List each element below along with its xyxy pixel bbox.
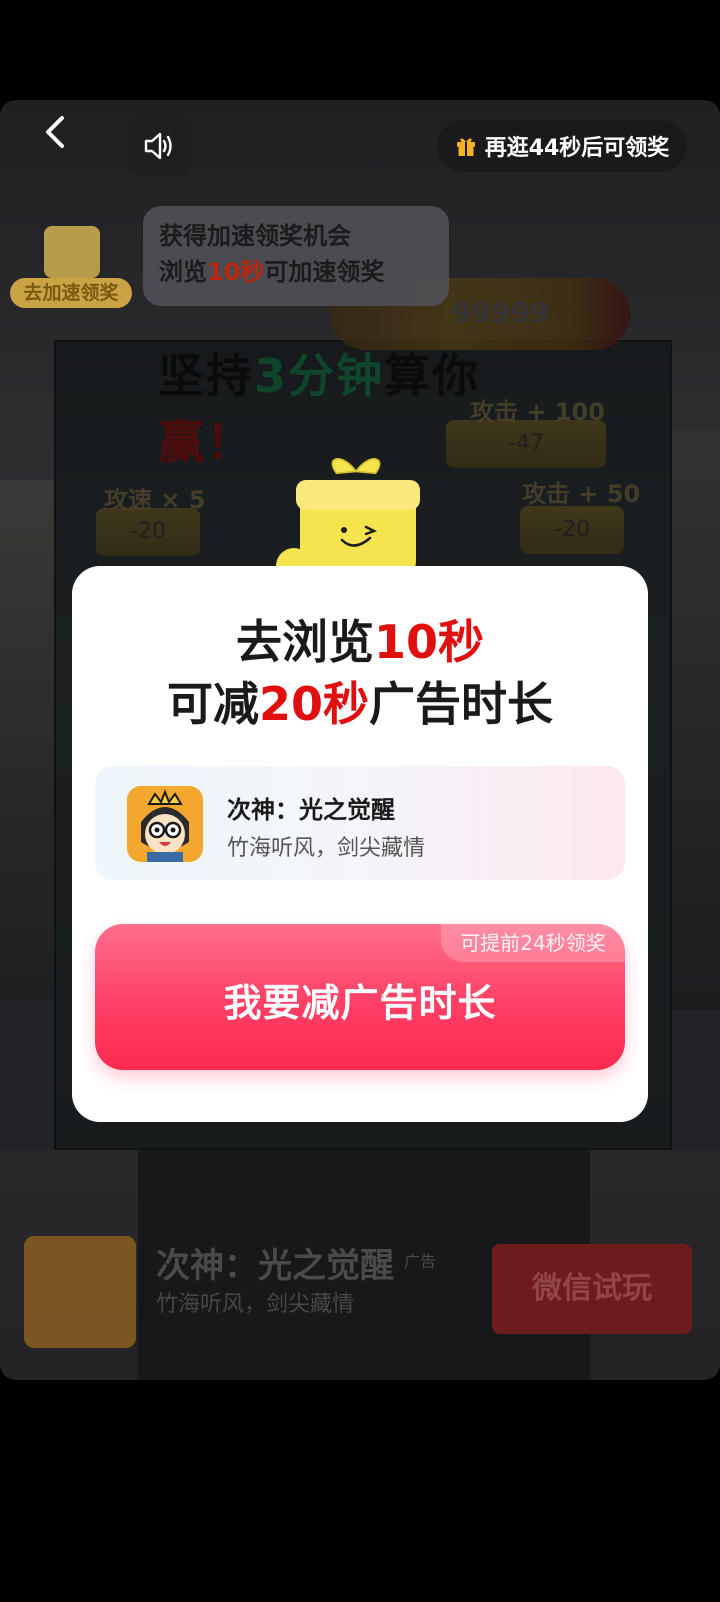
back-button[interactable] <box>36 112 76 152</box>
gift-box-icon <box>44 226 100 278</box>
tip-line2-prefix: 浏览 <box>159 258 207 286</box>
speed-tip-bubble: 获得加速领奖机会 浏览10秒可加速领奖 <box>143 206 449 306</box>
bottom-app-name: 次神：光之觉醒 <box>156 1246 394 1286</box>
tip-line2-suffix: 可加速领奖 <box>264 258 385 286</box>
wechat-try-button[interactable]: 微信试玩 <box>492 1244 692 1334</box>
reduce-ad-time-button[interactable]: 可提前24秒领奖 我要减广告时长 <box>95 924 625 1070</box>
bottom-ad-bar: 次神：光之觉醒 广告 竹海听风，剑尖藏情 微信试玩 <box>0 1226 720 1366</box>
bottom-app-description: 竹海听风，剑尖藏情 <box>156 1292 355 1317</box>
speaker-icon <box>144 132 172 160</box>
reward-countdown-text: 再逛44秒后可领奖 <box>484 136 670 161</box>
dialog-line2-highlight: 20秒 <box>258 677 369 731</box>
bow-icon <box>331 458 381 475</box>
speed-reward-badge[interactable]: 去加速领奖 <box>10 216 132 314</box>
reduce-ad-time-label: 我要减广告时长 <box>223 981 497 1025</box>
gift-icon <box>456 138 475 156</box>
early-reward-badge: 可提前24秒领奖 <box>441 924 625 962</box>
smile-face-icon <box>340 525 378 547</box>
mascot-lid <box>296 480 420 510</box>
app-info-card[interactable]: 次神：光之觉醒 竹海听风，剑尖藏情 <box>95 766 625 880</box>
dialog-title-line2: 可减20秒广告时长 <box>72 668 648 734</box>
dialog-line2-suffix: 广告时长 <box>369 677 553 731</box>
reward-countdown-pill: 再逛44秒后可领奖 <box>437 120 687 172</box>
speed-reward-label: 去加速领奖 <box>10 278 132 308</box>
tip-line2: 浏览10秒可加速领奖 <box>159 254 433 290</box>
dialog-line2-prefix: 可减 <box>166 677 259 731</box>
sound-button[interactable] <box>127 116 191 176</box>
ad-tag: 广告 <box>404 1252 437 1271</box>
app-name: 次神：光之觉醒 <box>227 796 395 824</box>
tip-line2-highlight: 10秒 <box>207 258 265 286</box>
app-description: 竹海听风，剑尖藏情 <box>227 836 426 861</box>
bottom-app-icon <box>24 1236 136 1348</box>
chevron-left-icon <box>46 116 64 148</box>
dialog-line1-highlight: 10秒 <box>373 615 484 669</box>
cartoon-avatar-icon <box>127 786 203 862</box>
tip-line1: 获得加速领奖机会 <box>159 222 351 250</box>
app-icon <box>127 786 203 862</box>
dialog-title-line1: 去浏览10秒 <box>72 606 648 672</box>
reduce-ad-time-dialog: 去浏览10秒 可减20秒广告时长 次神：光之觉醒 竹海听风，剑尖藏情 可提前24… <box>72 566 648 1122</box>
dialog-line1-prefix: 去浏览 <box>235 615 374 669</box>
